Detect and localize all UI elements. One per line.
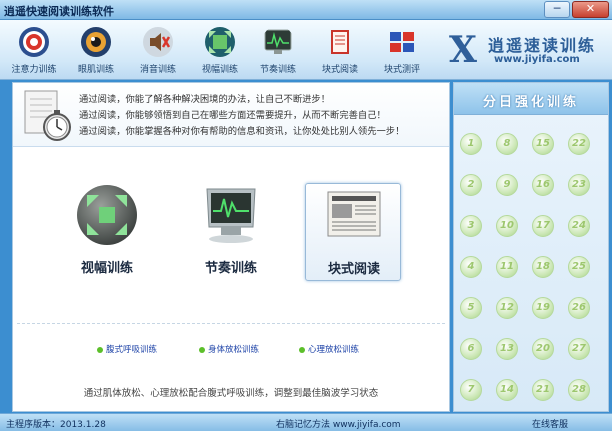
- status-bar: 主程序版本：2013.1.28 右脑记忆方法 www.jiyifa.com 在线…: [0, 413, 612, 431]
- day-7-button[interactable]: 7: [460, 379, 482, 401]
- module-view-width[interactable]: 视幅训练: [59, 183, 155, 281]
- logo-mark: X: [449, 29, 477, 71]
- day-16-button[interactable]: 16: [532, 174, 554, 196]
- link-body-relax[interactable]: 身体放松训练: [199, 343, 259, 355]
- day-11-button[interactable]: 11: [496, 256, 518, 278]
- toolbar-label: 节奏训练: [259, 65, 296, 75]
- target-icon: [19, 27, 49, 57]
- window-title: 逍遥快速阅读训练软件: [4, 5, 114, 18]
- module-label: 视幅训练: [80, 261, 133, 276]
- toolbar: 注意力训练 眼肌训练 消音训练 视幅训练 节奏训练 块式阅读 块式测评 X 逍遥: [0, 20, 612, 80]
- day-21-button[interactable]: 21: [532, 379, 554, 401]
- day-9-button[interactable]: 9: [496, 174, 518, 196]
- expand-arrows-icon: [77, 185, 137, 245]
- day-17-button[interactable]: 17: [532, 215, 554, 237]
- day-27-button[interactable]: 27: [568, 338, 590, 360]
- day-8-button[interactable]: 8: [496, 133, 518, 155]
- green-dot-icon: [299, 346, 305, 353]
- main-panel: 通过阅读，你能了解各种解决困境的办法，让自己不断进步！ 通过阅读，你能够领悟到自…: [12, 82, 450, 412]
- module-rhythm[interactable]: 节奏训练: [183, 183, 279, 281]
- day-13-button[interactable]: 13: [496, 338, 518, 360]
- day-14-button[interactable]: 14: [496, 379, 518, 401]
- day-6-button[interactable]: 6: [460, 338, 482, 360]
- link-label: 腹式呼吸训练: [106, 345, 158, 355]
- day-24-button[interactable]: 24: [568, 215, 590, 237]
- website-link[interactable]: 右脑记忆方法 www.jiyifa.com: [276, 417, 401, 430]
- day-19-button[interactable]: 19: [532, 297, 554, 319]
- day-23-button[interactable]: 23: [568, 174, 590, 196]
- day-26-button[interactable]: 26: [568, 297, 590, 319]
- tip-line: 通过阅读，你能了解各种解决困境的办法，让自己不断进步！: [79, 94, 331, 105]
- toolbar-label: 眼肌训练: [77, 65, 114, 75]
- panel-header: 分日强化训练: [454, 83, 608, 115]
- online-service-link[interactable]: 在线客服: [532, 417, 568, 430]
- toolbar-label: 消音训练: [139, 65, 176, 75]
- toolbar-label: 块式阅读: [321, 65, 358, 75]
- day-15-button[interactable]: 15: [532, 133, 554, 155]
- day-1-button[interactable]: 1: [460, 133, 482, 155]
- day-18-button[interactable]: 18: [532, 256, 554, 278]
- close-button[interactable]: ✕: [572, 1, 609, 18]
- tips-box: 通过阅读，你能了解各种解决困境的办法，让自己不断进步！ 通过阅读，你能够领悟到自…: [13, 83, 449, 147]
- mute-speaker-icon: [143, 27, 173, 57]
- tip-line: 通过阅读，你能够领悟到自己在哪些方面还需要提升，从而不断完善自己！: [79, 110, 386, 121]
- day-25-button[interactable]: 25: [568, 256, 590, 278]
- day-22-button[interactable]: 22: [568, 133, 590, 155]
- toolbar-label: 视幅训练: [201, 65, 238, 75]
- toolbar-view-width-training[interactable]: 视幅训练: [192, 24, 248, 78]
- logo-url: www.jiyifa.com: [494, 54, 580, 65]
- tip-line: 通过阅读，你能掌握各种对你有帮助的信息和资讯，让你处处比别人领先一步！: [79, 126, 405, 137]
- day-10-button[interactable]: 10: [496, 215, 518, 237]
- day-12-button[interactable]: 12: [496, 297, 518, 319]
- link-label: 心理放松训练: [308, 345, 360, 355]
- module-block-reading[interactable]: 块式阅读: [305, 183, 401, 281]
- link-mind-relax[interactable]: 心理放松训练: [299, 343, 359, 355]
- app-window: 逍遥快速阅读训练软件 ─ ✕ 注意力训练 眼肌训练 消音训练 视幅训练 节奏训练…: [0, 0, 612, 431]
- book-icon: [331, 30, 349, 54]
- eye-icon: [81, 27, 111, 57]
- logo-text: 逍遥速读训练: [488, 36, 597, 55]
- divider: [17, 323, 445, 324]
- green-dot-icon: [97, 346, 103, 353]
- monitor-waveform-icon: [206, 188, 256, 243]
- day-2-button[interactable]: 2: [460, 174, 482, 196]
- blocks-icon: [390, 32, 414, 52]
- description-text: 通过肌体放松、心理放松配合腹式呼吸训练，调整到最佳脑波学习状态: [83, 388, 379, 399]
- day-5-button[interactable]: 5: [460, 297, 482, 319]
- brand-logo: X 逍遥速读训练 www.jiyifa.com: [438, 22, 608, 78]
- toolbar-block-reading[interactable]: 块式阅读: [312, 24, 368, 78]
- green-dot-icon: [199, 346, 205, 353]
- expand-view-icon: [205, 27, 235, 57]
- link-label: 身体放松训练: [208, 345, 260, 355]
- daily-training-panel: 分日强化训练 1 2 3 4 5 6 7 8 9 10 11 12 13 14 15 16 17 18 19 20 21…: [453, 82, 609, 412]
- panel-title: 分日强化训练: [482, 95, 579, 110]
- title-bar[interactable]: 逍遥快速阅读训练软件 ─ ✕: [0, 0, 612, 20]
- minimize-button[interactable]: ─: [544, 1, 570, 18]
- module-label: 节奏训练: [204, 261, 257, 276]
- day-28-button[interactable]: 28: [568, 379, 590, 401]
- toolbar-eye-training[interactable]: 眼肌训练: [68, 24, 124, 78]
- monitor-chart-icon: [264, 29, 292, 54]
- module-label: 块式阅读: [327, 262, 380, 277]
- day-20-button[interactable]: 20: [532, 338, 554, 360]
- newspaper-icon: [327, 191, 381, 237]
- version-text: 主程序版本：2013.1.28: [6, 420, 106, 430]
- toolbar-label: 块式测评: [383, 65, 420, 75]
- toolbar-rhythm-training[interactable]: 节奏训练: [250, 24, 306, 78]
- day-3-button[interactable]: 3: [460, 215, 482, 237]
- toolbar-block-test[interactable]: 块式测评: [374, 24, 430, 78]
- toolbar-attention-training[interactable]: 注意力训练: [6, 24, 62, 78]
- day-4-button[interactable]: 4: [460, 256, 482, 278]
- document-stopwatch-icon: [24, 90, 71, 141]
- toolbar-label: 注意力训练: [11, 65, 57, 75]
- link-abdominal-breathing[interactable]: 腹式呼吸训练: [97, 343, 157, 355]
- toolbar-mute-training[interactable]: 消音训练: [130, 24, 186, 78]
